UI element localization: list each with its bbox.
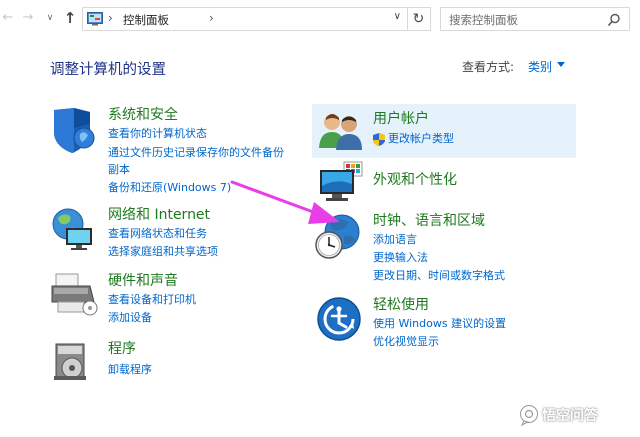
user-accounts-title[interactable]: 用户帐户 bbox=[373, 110, 429, 128]
address-bar-row: ← → ∨ ↑ › 控制面板 › ∨ ↻ 搜索控制面板 bbox=[0, 0, 640, 38]
link-devices-printers[interactable]: 查看设备和打印机 bbox=[108, 292, 196, 308]
appearance-title[interactable]: 外观和个性化 bbox=[373, 171, 457, 189]
network-title[interactable]: 网络和 Internet bbox=[108, 206, 210, 224]
page-title: 调整计算机的设置 bbox=[50, 62, 166, 78]
ease-of-access-title[interactable]: 轻松使用 bbox=[373, 296, 429, 314]
link-add-language[interactable]: 添加语言 bbox=[373, 232, 417, 248]
shield-icon bbox=[54, 108, 95, 153]
annotation-arrow bbox=[230, 180, 340, 224]
uac-shield-icon bbox=[373, 133, 385, 146]
back-arrow-icon[interactable]: ← bbox=[0, 8, 16, 28]
chat-bubble-icon bbox=[520, 405, 538, 426]
link-view-computer-status[interactable]: 查看你的计算机状态 bbox=[108, 126, 207, 142]
link-add-device[interactable]: 添加设备 bbox=[108, 310, 152, 326]
up-arrow-icon[interactable]: ↑ bbox=[62, 8, 78, 28]
users-icon bbox=[319, 114, 362, 150]
search-icon[interactable] bbox=[607, 13, 621, 27]
breadcrumb-control-panel[interactable]: 控制面板 bbox=[123, 12, 169, 28]
control-panel-icon bbox=[87, 12, 103, 26]
clock-region-title[interactable]: 时钟、语言和区域 bbox=[373, 212, 485, 230]
link-uninstall-program[interactable]: 卸载程序 bbox=[108, 362, 152, 378]
link-optimize-visual-display[interactable]: 优化视觉显示 bbox=[373, 334, 439, 350]
link-file-history-backup[interactable]: 通过文件历史记录保存你的文件备份 bbox=[108, 145, 284, 161]
address-box[interactable]: › 控制面板 › ∨ bbox=[82, 7, 408, 31]
search-input[interactable]: 搜索控制面板 bbox=[440, 7, 630, 31]
forward-arrow-icon[interactable]: → bbox=[20, 8, 36, 28]
search-placeholder: 搜索控制面板 bbox=[449, 13, 518, 27]
recent-locations-chevron-icon[interactable]: ∨ bbox=[42, 8, 58, 28]
network-globe-icon bbox=[52, 208, 92, 250]
link-homegroup-sharing[interactable]: 选择家庭组和共享选项 bbox=[108, 244, 218, 260]
link-backup-restore[interactable]: 备份和还原(Windows 7) bbox=[108, 180, 231, 196]
link-change-date-time-format[interactable]: 更改日期、时间或数字格式 bbox=[373, 268, 505, 284]
programs-disc-icon bbox=[54, 343, 86, 380]
link-recommended-settings[interactable]: 使用 Windows 建议的设置 bbox=[373, 316, 506, 332]
programs-title[interactable]: 程序 bbox=[108, 340, 136, 358]
view-by-dropdown[interactable]: 类别 bbox=[528, 58, 552, 75]
link-change-input-method[interactable]: 更换输入法 bbox=[373, 250, 428, 266]
watermark-text: 悟空问答 bbox=[542, 408, 598, 424]
link-file-history-backup-cont[interactable]: 副本 bbox=[108, 162, 130, 178]
breadcrumb-separator-icon: › bbox=[108, 11, 113, 25]
refresh-icon[interactable]: ↻ bbox=[407, 7, 431, 31]
link-network-status[interactable]: 查看网络状态和任务 bbox=[108, 226, 207, 242]
link-change-account-type[interactable]: 更改帐户类型 bbox=[388, 131, 454, 147]
address-dropdown-chevron-icon[interactable]: ∨ bbox=[394, 11, 401, 22]
system-security-title[interactable]: 系统和安全 bbox=[108, 106, 178, 124]
hardware-title[interactable]: 硬件和声音 bbox=[108, 272, 178, 290]
ease-of-access-icon bbox=[317, 297, 361, 341]
view-by-label: 查看方式: bbox=[462, 60, 515, 74]
watermark: 悟空问答 bbox=[516, 400, 636, 430]
breadcrumb-separator-icon[interactable]: › bbox=[209, 11, 214, 25]
view-by-chevron-down-icon[interactable] bbox=[557, 62, 565, 67]
printer-icon bbox=[51, 273, 98, 316]
